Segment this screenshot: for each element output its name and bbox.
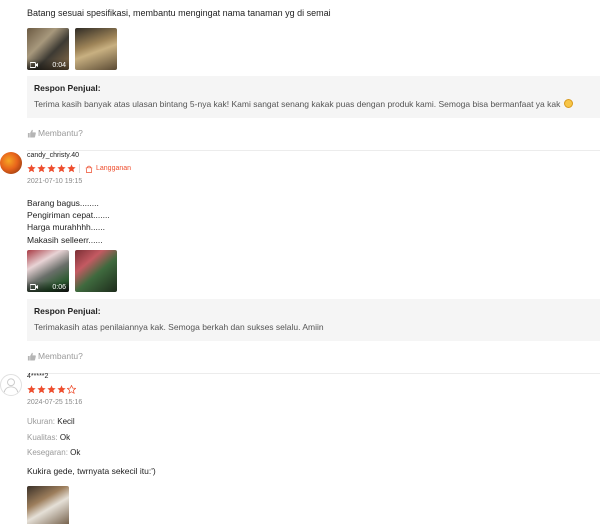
- helpful-button[interactable]: Membantu?: [27, 351, 83, 361]
- review-comment: Kukira gede, twrnyata sekecil itu:'): [27, 466, 156, 476]
- review-video-thumbnail[interactable]: 0:04: [27, 28, 69, 70]
- star-icon: [47, 385, 56, 394]
- review-line: Harga murahhhh......: [27, 222, 105, 233]
- review-image-thumbnail[interactable]: [27, 486, 69, 524]
- video-camera-icon: [30, 284, 38, 290]
- star-empty-icon: [67, 385, 76, 394]
- review-divider: [27, 150, 600, 151]
- star-icon: [67, 164, 76, 173]
- shopping-bag-icon: [85, 165, 93, 173]
- review-text: Batang sesuai spesifikasi, membantu meng…: [27, 8, 331, 18]
- video-duration: 0:06: [52, 284, 66, 291]
- user-avatar-icon: [3, 378, 19, 393]
- star-icon: [27, 385, 36, 394]
- star-icon: [37, 385, 46, 394]
- review-date: 2024-07-25 15:16: [27, 399, 83, 406]
- helpful-button[interactable]: Membantu?: [27, 128, 83, 138]
- helpful-label: Membantu?: [38, 128, 83, 138]
- helpful-label: Membantu?: [38, 351, 83, 361]
- video-camera-icon: [30, 62, 38, 68]
- attribute-quality: Kualitas: Ok: [27, 433, 71, 442]
- review-image-thumbnail[interactable]: [75, 28, 117, 70]
- review-line: Makasih selleerr......: [27, 234, 103, 245]
- star-icon: [47, 164, 56, 173]
- review-line: Barang bagus........: [27, 198, 99, 208]
- rating-stars: [27, 164, 76, 173]
- video-duration: 0:04: [52, 62, 66, 69]
- review-body: Barang bagus........ Pengiriman cepat...…: [27, 197, 110, 246]
- star-icon: [57, 385, 66, 394]
- thumbs-up-icon: [27, 352, 36, 361]
- attribute-freshness: Kesegaran: Ok: [27, 448, 81, 457]
- review-divider: [27, 373, 600, 374]
- reviewer-username[interactable]: candy_christy.40: [27, 152, 79, 159]
- smile-emoji-icon: [563, 99, 573, 108]
- seller-response: Respon Penjual: Terimakasih atas penilai…: [27, 299, 600, 341]
- review-line: Pengiriman cepat.......: [27, 210, 110, 221]
- review-video-thumbnail[interactable]: 0:06: [27, 250, 69, 292]
- star-icon: [37, 164, 46, 173]
- thumbs-up-icon: [27, 129, 36, 138]
- attribute-size: Ukuran: Kecil: [27, 417, 75, 426]
- seller-response-title: Respon Penjual:: [34, 83, 101, 93]
- subscriber-badge: Langganan: [79, 164, 131, 173]
- seller-response: Respon Penjual: Terima kasih banyak atas…: [27, 76, 600, 118]
- reviewer-username[interactable]: 4*****2: [27, 373, 48, 380]
- user-avatar[interactable]: [0, 152, 22, 174]
- star-icon: [57, 164, 66, 173]
- star-icon: [27, 164, 36, 173]
- review-date: 2021-07-10 19:15: [27, 178, 83, 185]
- seller-response-title: Respon Penjual:: [34, 306, 101, 316]
- subscriber-badge-label: Langganan: [96, 165, 132, 172]
- user-avatar[interactable]: [0, 374, 22, 396]
- seller-response-text: Terimakasih atas penilaiannya kak. Semog…: [34, 322, 324, 332]
- review-image-thumbnail[interactable]: [75, 250, 117, 292]
- seller-response-text: Terima kasih banyak atas ulasan bintang …: [34, 99, 573, 109]
- rating-stars: [27, 385, 76, 394]
